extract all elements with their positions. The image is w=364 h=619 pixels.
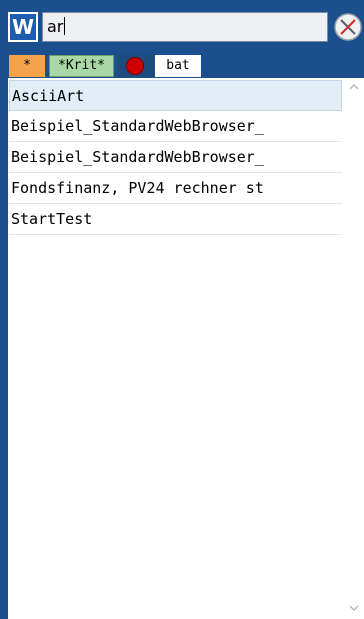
text-caret — [64, 17, 66, 35]
filter-tab-all[interactable]: * — [9, 55, 45, 77]
app-logo-icon[interactable]: W — [8, 12, 38, 42]
red-record-dot-icon — [126, 57, 144, 75]
list-item[interactable]: AsciiArt — [9, 80, 342, 111]
filter-tab-bat[interactable]: bat — [155, 55, 201, 77]
results-list[interactable]: AsciiArt Beispiel_StandardWebBrowser_ Be… — [8, 78, 364, 619]
list-item[interactable]: StartTest — [9, 204, 342, 235]
filter-tab-record[interactable] — [118, 55, 154, 77]
filter-tab-krit[interactable]: *Krit* — [49, 55, 114, 77]
clear-search-icon — [334, 13, 362, 41]
list-item[interactable]: Beispiel_StandardWebBrowser_ — [9, 111, 342, 142]
search-input[interactable]: ar — [42, 12, 328, 42]
scroll-up-icon[interactable] — [347, 80, 361, 94]
chevron-down-icon — [349, 605, 359, 611]
list-item[interactable]: Beispiel_StandardWebBrowser_ — [9, 142, 342, 173]
scroll-down-icon[interactable] — [347, 601, 361, 615]
list-item[interactable]: Fondsfinanz, PV24 rechner st — [9, 173, 342, 204]
chevron-up-icon — [349, 84, 359, 90]
filter-bar: * *Krit* bat — [8, 55, 364, 77]
clear-search-button[interactable] — [333, 12, 363, 42]
search-input-value: ar — [47, 17, 64, 36]
